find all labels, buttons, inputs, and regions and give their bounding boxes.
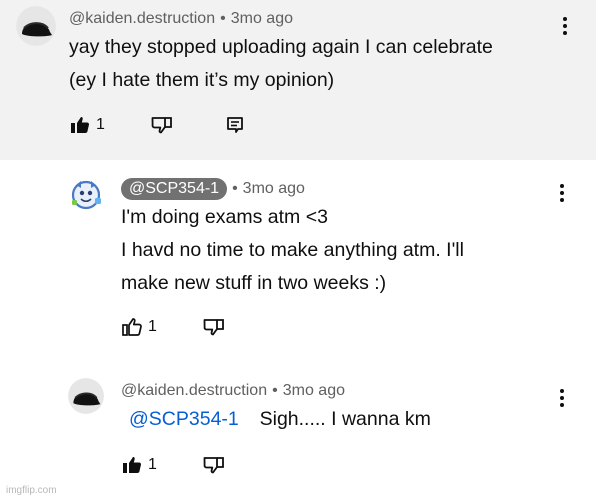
watermark: imgflip.com — [6, 485, 57, 496]
more-vert-icon-dot — [563, 24, 567, 28]
avatar[interactable] — [68, 378, 104, 414]
author-line: @kaiden.destruction • 3mo ago — [69, 10, 293, 28]
like-button[interactable]: 1 — [122, 456, 157, 474]
more-vert-icon-dot — [560, 396, 564, 400]
reply-button[interactable] — [226, 116, 244, 134]
more-vert-icon-dot — [563, 17, 567, 21]
like-button[interactable]: 1 — [70, 116, 105, 134]
separator-dot: • — [220, 10, 226, 27]
comment-text: I'm doing exams atm <3 I havd no time to… — [121, 201, 464, 300]
timestamp[interactable]: 3mo ago — [283, 382, 345, 400]
black-cap-icon — [16, 6, 56, 46]
comment-text-line: (ey I hate them it’s my opinion) — [69, 69, 335, 91]
reply-icon — [227, 117, 243, 133]
dislike-button[interactable] — [203, 318, 225, 336]
dislike-icon — [203, 319, 224, 336]
author-line: @kaiden.destruction • 3mo ago — [121, 382, 345, 400]
comment-text-line: I'm doing exams atm <3 — [121, 206, 328, 228]
like-button[interactable]: 1 — [122, 318, 157, 336]
black-cap-icon — [68, 378, 104, 414]
comment-text-line: I havd no time to make anything atm. I'l… — [121, 239, 464, 261]
like-count: 1 — [148, 318, 157, 335]
author-line: @SCP354-1 • 3mo ago — [121, 178, 305, 200]
avatar[interactable] — [68, 176, 104, 212]
dislike-icon — [151, 117, 172, 134]
more-vert-icon-dot — [560, 403, 564, 407]
cartoon-mascot-icon — [68, 176, 104, 212]
like-count: 1 — [148, 456, 157, 473]
like-icon — [71, 117, 89, 133]
like-count: 1 — [96, 116, 105, 133]
author-name[interactable]: @kaiden.destruction — [121, 382, 267, 400]
creator-badge[interactable]: @SCP354-1 — [121, 178, 228, 200]
separator-dot: • — [232, 180, 238, 197]
comment-text: @SCP354-1 Sigh..... I wanna km — [129, 403, 431, 436]
more-actions-button[interactable] — [555, 14, 575, 38]
timestamp[interactable]: 3mo ago — [231, 10, 293, 28]
mention-link[interactable]: @SCP354-1 — [129, 408, 239, 430]
avatar[interactable] — [16, 6, 56, 46]
more-vert-icon-dot — [560, 191, 564, 195]
more-actions-button[interactable] — [552, 181, 572, 205]
more-vert-icon-dot — [560, 184, 564, 188]
more-actions-button[interactable] — [552, 386, 572, 410]
dislike-icon — [203, 457, 224, 474]
comment-text-line: yay they stopped uploading again I can c… — [69, 36, 493, 58]
separator-dot: • — [272, 382, 278, 399]
timestamp[interactable]: 3mo ago — [243, 180, 305, 198]
dislike-button[interactable] — [151, 116, 173, 134]
dislike-button[interactable] — [203, 456, 225, 474]
comment-text-line: make new stuff in two weeks :) — [121, 272, 387, 294]
like-icon — [123, 457, 141, 473]
comment-text: yay they stopped uploading again I can c… — [69, 31, 493, 97]
comment-text-line: Sigh..... I wanna km — [259, 408, 431, 430]
more-vert-icon-dot — [560, 389, 564, 393]
like-icon — [122, 318, 142, 336]
more-vert-icon-dot — [560, 198, 564, 202]
more-vert-icon-dot — [563, 31, 567, 35]
author-name[interactable]: @kaiden.destruction — [69, 10, 215, 28]
